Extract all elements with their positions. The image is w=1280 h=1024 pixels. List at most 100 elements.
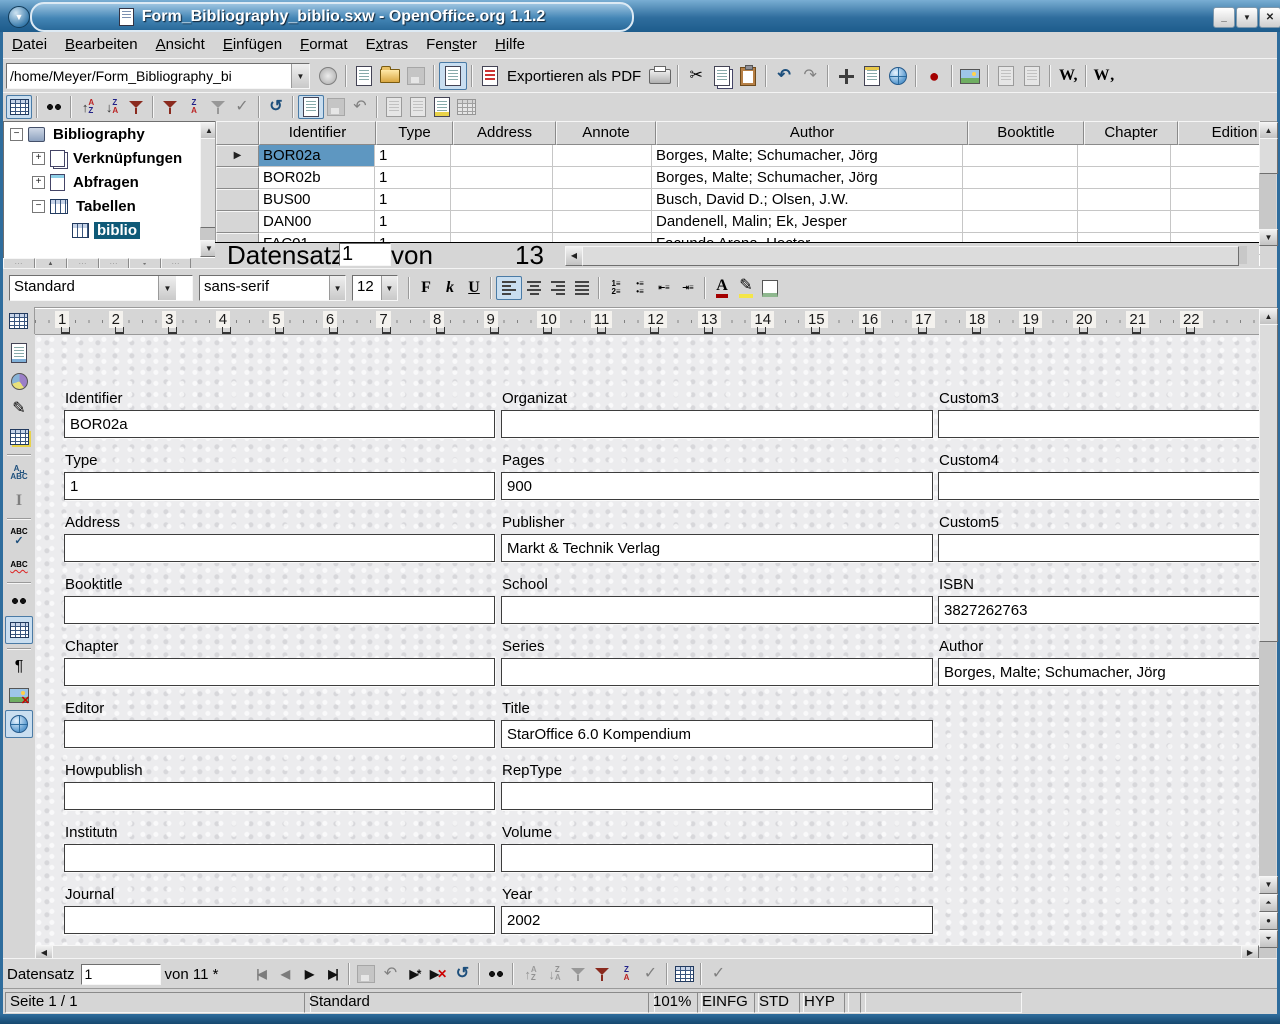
table-cell[interactable]	[963, 189, 1078, 211]
align-center-button[interactable]	[522, 277, 546, 299]
spellcheck-button[interactable]: ABC✓	[6, 524, 32, 550]
scroll-left-icon[interactable]: ◀	[565, 246, 583, 266]
table-cell[interactable]	[1078, 211, 1171, 233]
table-cell[interactable]: Borges, Malte; Schumacher, Jörg	[652, 145, 963, 167]
navigation-button[interactable]: ●	[1259, 912, 1278, 930]
graphics-toggle-button[interactable]: ✕	[6, 682, 32, 708]
numbered-list-button[interactable]: 1≡2≡	[604, 277, 628, 299]
align-left-button[interactable]	[496, 276, 522, 300]
stop-loading-button[interactable]	[315, 63, 341, 89]
form-field-pages[interactable]	[501, 472, 933, 500]
style-dropdown-button[interactable]: ▼	[158, 276, 176, 300]
menu-item-einfgen[interactable]: Einfügen	[214, 32, 291, 58]
table-cell[interactable]	[1171, 211, 1260, 233]
menu-item-datei[interactable]: Datei	[3, 32, 56, 58]
font-dropdown-button[interactable]: ▼	[329, 276, 345, 300]
form-field-howpublish[interactable]	[64, 782, 495, 810]
form-field-identifier[interactable]	[64, 410, 495, 438]
form-field-journal[interactable]	[64, 906, 495, 934]
table-cell[interactable]: BOR02b	[259, 167, 375, 189]
url-input[interactable]	[7, 64, 291, 88]
form-field-custom5[interactable]	[938, 534, 1259, 562]
form-field-publisher[interactable]	[501, 534, 933, 562]
last-record-button[interactable]: ▶|	[320, 963, 344, 985]
sort-button[interactable]: ZA	[614, 963, 638, 985]
delete-record-button[interactable]: ▶✕	[426, 963, 450, 985]
data-source-as-table-button[interactable]	[672, 963, 696, 985]
paste-button[interactable]	[735, 63, 761, 89]
paragraph-style-combobox[interactable]: Standard ▼	[9, 275, 193, 301]
form-field-school[interactable]	[501, 596, 933, 624]
table-row[interactable]: BUS001Busch, David D.; Olsen, J.W.	[216, 189, 1260, 211]
autotext-button[interactable]: A␣ABC	[6, 460, 32, 486]
auto-spellcheck-button[interactable]: ABC	[6, 552, 32, 578]
table-cell[interactable]	[451, 145, 553, 167]
form-field-title[interactable]	[501, 720, 933, 748]
navigator-button[interactable]	[833, 63, 859, 89]
insert-table-button[interactable]	[3, 307, 35, 334]
align-right-button[interactable]	[546, 277, 570, 299]
table-cell[interactable]	[963, 211, 1078, 233]
column-header-address[interactable]: Address	[453, 121, 556, 145]
open-button[interactable]	[377, 63, 403, 89]
background-color-button[interactable]	[758, 277, 782, 299]
tree-item-verknüpfungen[interactable]: +Verknüpfungen	[4, 146, 200, 170]
edit-data-button[interactable]	[298, 95, 324, 119]
row-header[interactable]	[216, 211, 259, 233]
previous-record-button[interactable]: ◀	[272, 963, 296, 985]
table-hscrollbar[interactable]: ◀	[565, 246, 1247, 264]
vscroll-thumb[interactable]	[1259, 324, 1278, 642]
table-cell[interactable]	[1078, 189, 1171, 211]
form-field-author[interactable]	[938, 658, 1259, 686]
menu-item-fenster[interactable]: Fenster	[417, 32, 486, 58]
export-pdf-label[interactable]: Exportieren als PDF	[507, 68, 641, 85]
online-layout-button[interactable]	[5, 710, 33, 738]
row-header[interactable]	[216, 189, 259, 211]
title-bar[interactable]: ▼ Form_Bibliography_biblio.sxw - OpenOff…	[0, 0, 1280, 32]
menu-item-format[interactable]: Format	[291, 32, 357, 58]
tree-item-biblio[interactable]: biblio	[4, 218, 200, 242]
status-zoom[interactable]: 101%	[648, 992, 702, 1013]
edit-file-button[interactable]	[439, 62, 467, 90]
new-record-button[interactable]: ▶*	[402, 963, 426, 985]
window-menu-button[interactable]: ▼	[8, 6, 30, 28]
table-cell[interactable]	[1078, 145, 1171, 167]
new-document-button[interactable]	[351, 63, 377, 89]
autofilter-button[interactable]	[124, 96, 148, 118]
justify-button[interactable]	[570, 277, 594, 299]
maximize-button[interactable]: ▼	[1236, 7, 1258, 28]
next-record-button[interactable]: ▶	[296, 963, 320, 985]
form-field-editor[interactable]	[64, 720, 495, 748]
cut-button[interactable]: ✂	[683, 63, 709, 89]
table-cell[interactable]	[1171, 145, 1260, 167]
find-record-button[interactable]	[42, 96, 66, 118]
decrease-indent-button[interactable]: ⇤≡	[652, 277, 676, 299]
form-field-type[interactable]	[64, 472, 495, 500]
column-header-annote[interactable]: Annote	[556, 121, 656, 145]
form-field-volume[interactable]	[501, 844, 933, 872]
thesaurus-w-button[interactable]: W‚	[1091, 63, 1117, 89]
form-field-booktitle[interactable]	[64, 596, 495, 624]
table-cell[interactable]: Borges, Malte; Schumacher, Jörg	[652, 167, 963, 189]
menu-item-ansicht[interactable]: Ansicht	[147, 32, 214, 58]
tree-item-bibliography[interactable]: −Bibliography	[4, 122, 200, 146]
table-cell[interactable]	[553, 189, 652, 211]
scroll-down-icon[interactable]: ▼	[1259, 229, 1278, 246]
data-source-toggle-button[interactable]	[6, 95, 32, 119]
refresh-button[interactable]: ↺	[264, 96, 288, 118]
table-cell[interactable]	[451, 189, 553, 211]
record-macro-button[interactable]: ●	[921, 63, 947, 89]
table-cell[interactable]	[553, 211, 652, 233]
size-dropdown-button[interactable]: ▼	[381, 276, 397, 300]
horizontal-ruler[interactable]: 12345678910111213141516171819202122	[35, 308, 1259, 335]
undo-button[interactable]: ↶	[771, 63, 797, 89]
italic-button[interactable]: k	[438, 277, 462, 299]
table-cell[interactable]: 1	[375, 189, 451, 211]
underline-button[interactable]: U	[462, 277, 486, 299]
column-header-identifier[interactable]: Identifier	[259, 121, 376, 145]
previous-page-button[interactable]: ⏶	[1259, 894, 1278, 912]
tree-item-abfragen[interactable]: +Abfragen	[4, 170, 200, 194]
export-pdf-button[interactable]	[477, 63, 503, 89]
table-record-input[interactable]	[339, 243, 391, 266]
form-record-input[interactable]	[81, 964, 161, 985]
